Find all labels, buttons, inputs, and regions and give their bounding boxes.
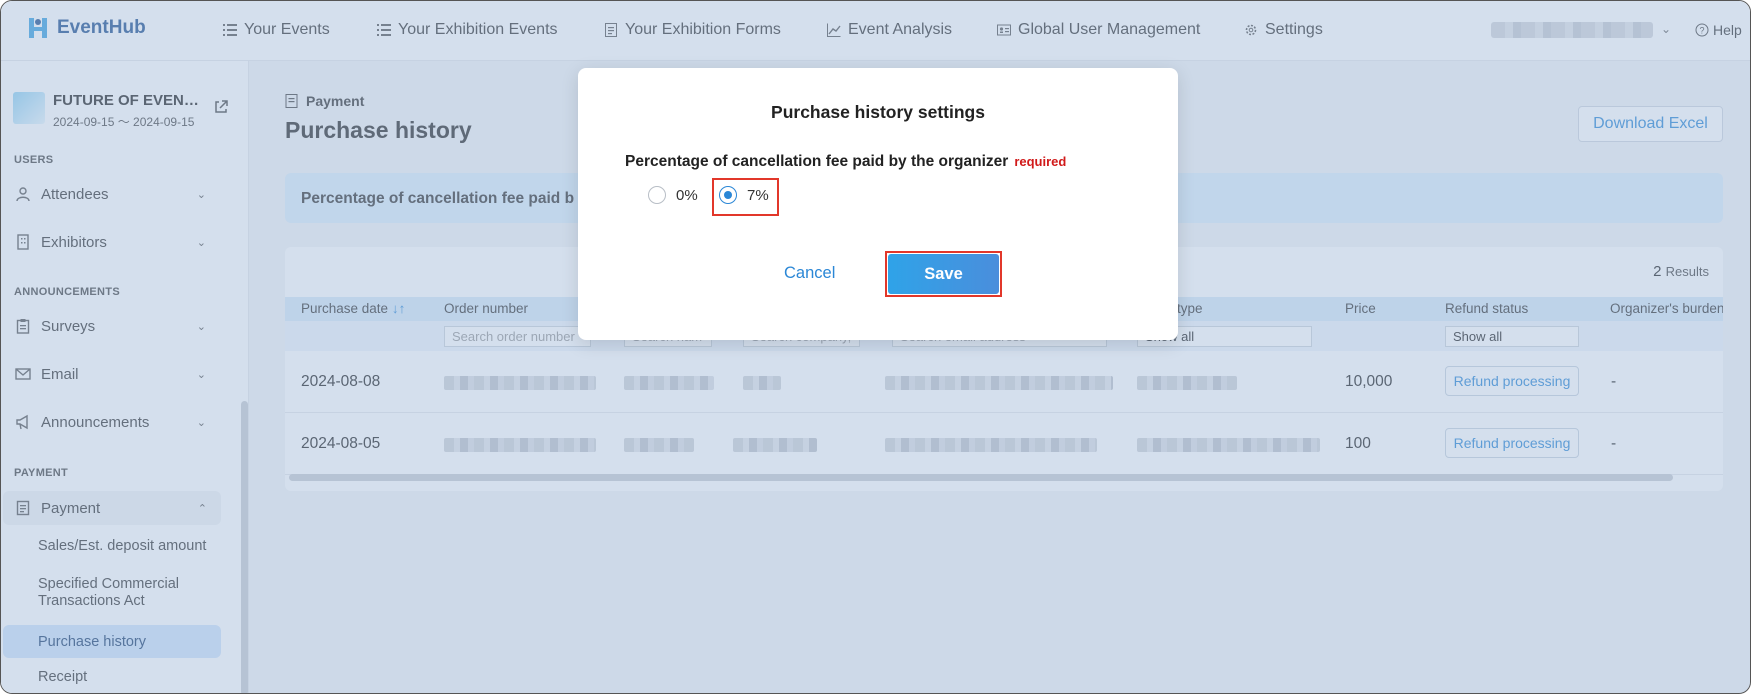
highlight-box-save bbox=[885, 251, 1002, 297]
radio-label: 0% bbox=[676, 186, 698, 204]
app-window: EventHub Your Events Your Exhibition Eve… bbox=[0, 0, 1751, 694]
purchase-history-settings-modal: Purchase history settings Percentage of … bbox=[578, 68, 1178, 340]
cancellation-fee-label: Percentage of cancellation fee paid by t… bbox=[625, 153, 1066, 171]
radio-option-0-percent[interactable]: 0% bbox=[648, 186, 698, 204]
radio-unchecked-icon[interactable] bbox=[648, 186, 666, 204]
highlight-box-7-percent bbox=[712, 178, 779, 216]
field-label: Percentage of cancellation fee paid by t… bbox=[625, 153, 1009, 170]
required-badge: required bbox=[1014, 154, 1067, 169]
cancel-button[interactable]: Cancel bbox=[784, 264, 835, 283]
modal-title: Purchase history settings bbox=[771, 102, 985, 122]
